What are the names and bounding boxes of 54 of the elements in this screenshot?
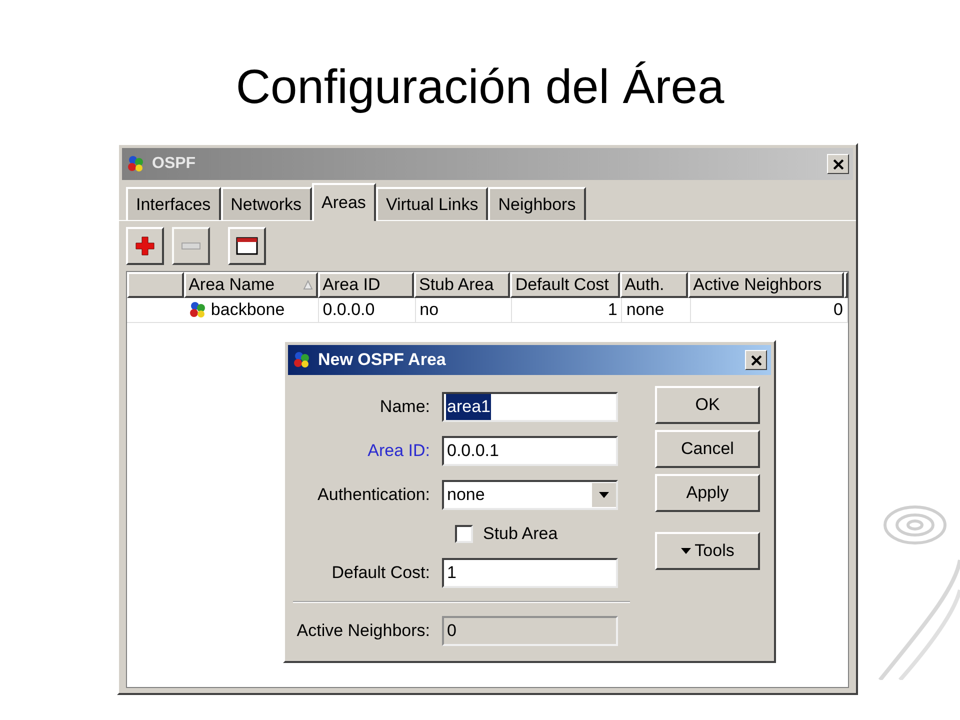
cell-text: 0.0.0.0 (322, 299, 375, 322)
minus-icon (181, 242, 201, 250)
field-value: area1 (446, 394, 492, 420)
caret-down-icon (680, 548, 691, 554)
field-label: Authentication: (316, 484, 431, 506)
close-icon (750, 354, 762, 366)
column-header[interactable]: Area ID (318, 272, 414, 298)
dialog-title: New OSPF Area (318, 349, 446, 372)
tab[interactable]: Networks (220, 187, 312, 220)
column-header[interactable]: Active Neighbors (688, 272, 844, 298)
field-label: Name: (378, 396, 431, 418)
toolbar-button[interactable] (228, 227, 266, 265)
menu-button[interactable]: Tools (655, 532, 760, 570)
colorful-cluster-icon (188, 300, 208, 320)
column-header[interactable]: Stub Area (414, 272, 510, 298)
dialog-button[interactable]: Apply (655, 474, 760, 512)
dropdown-value: none (446, 484, 486, 506)
checkbox-label: Stub Area (483, 523, 558, 546)
tab[interactable]: Interfaces (126, 187, 221, 220)
field-value: 1 (446, 562, 458, 584)
column-header[interactable]: Auth. (620, 272, 688, 298)
cell-text: 0 (834, 299, 844, 322)
close-icon (832, 158, 844, 170)
dialog-button[interactable]: OK (655, 386, 760, 424)
colorful-cluster-icon (292, 350, 312, 370)
window-icon (236, 237, 258, 255)
field-label: Active Neighbors: (296, 620, 431, 642)
column-header[interactable]: Default Cost (510, 272, 620, 298)
cell-text: 1 (608, 299, 618, 322)
tab[interactable]: Neighbors (488, 187, 586, 220)
plus-icon (135, 236, 155, 256)
toolbar-button[interactable] (126, 227, 164, 265)
cell-text: none (626, 299, 664, 322)
colorful-cluster-icon (126, 154, 146, 174)
text-field[interactable]: 0.0.0.1 (442, 436, 618, 466)
field-value: 0 (447, 620, 456, 642)
slide-title: Configuración del Área (236, 60, 724, 116)
close-button[interactable] (745, 350, 767, 370)
field-value: 0.0.0.1 (446, 440, 500, 462)
window-title: OSPF (152, 154, 196, 174)
column-header[interactable]: Area Name (184, 272, 318, 298)
close-button[interactable] (827, 154, 849, 174)
checkbox[interactable] (455, 525, 473, 543)
dialog-button[interactable]: Cancel (655, 430, 760, 468)
field-label: Default Cost: (330, 562, 431, 584)
cell-text: no (420, 299, 439, 322)
cell-text: backbone (210, 299, 285, 322)
tab[interactable]: Areas (312, 183, 376, 221)
field-label: Area ID: (366, 440, 431, 462)
dropdown[interactable]: none (442, 480, 618, 510)
tab[interactable]: Virtual Links (376, 187, 488, 220)
text-field[interactable]: area1 (442, 392, 618, 422)
text-field[interactable]: 1 (442, 558, 618, 588)
sort-arrow-icon (302, 280, 313, 290)
